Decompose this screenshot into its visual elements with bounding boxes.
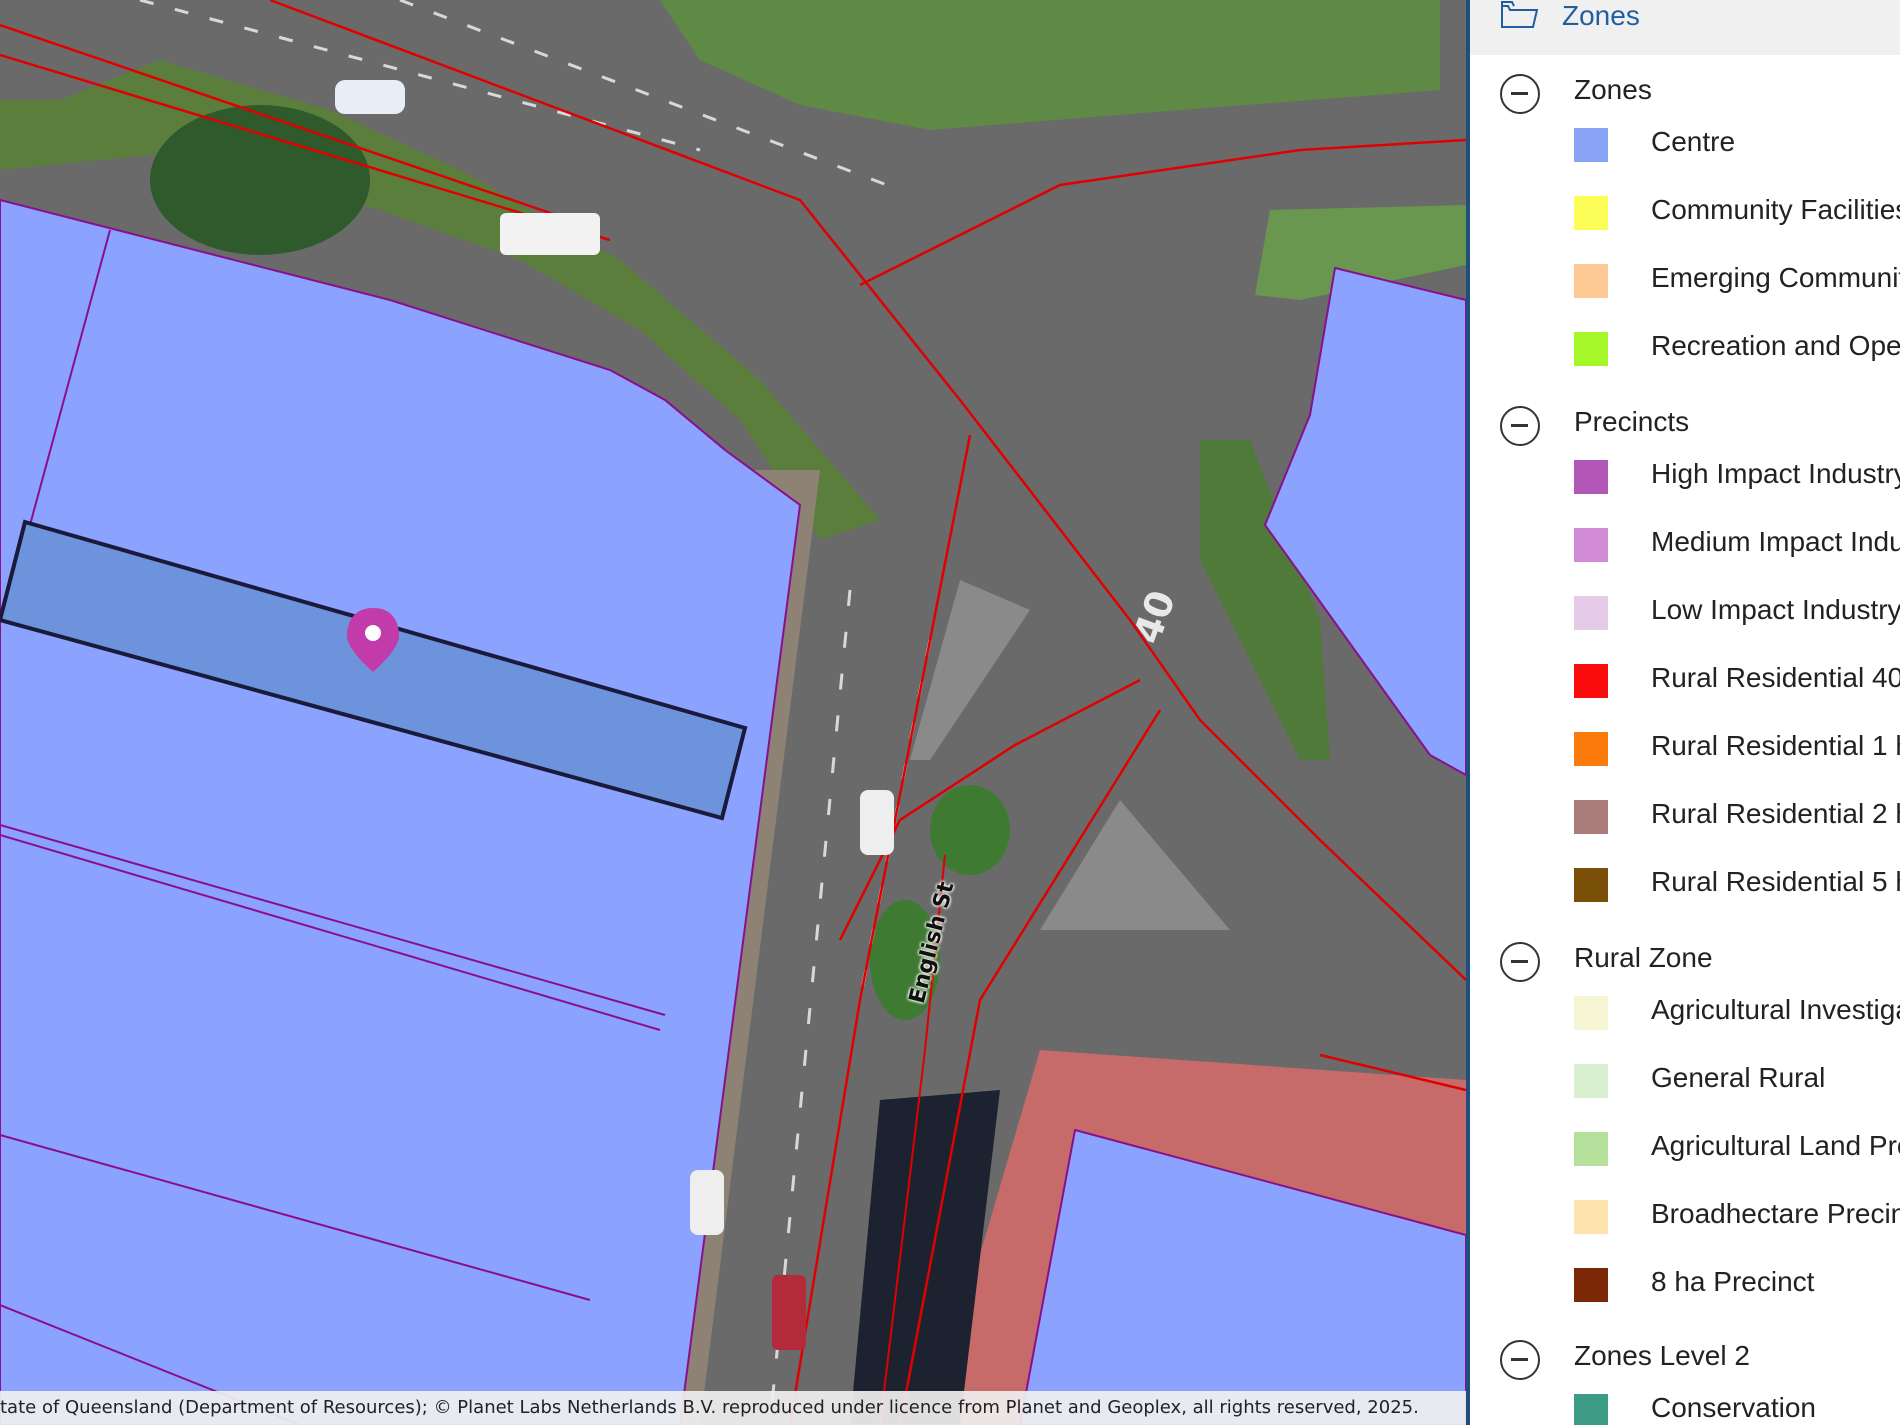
legend-panel: Zones Zones Centre Community Facilities … [1466, 0, 1900, 1425]
map-view[interactable]: 40 English St tate of Queensland (Depart… [0, 0, 1466, 1425]
legend-swatch [1574, 528, 1608, 562]
legend-label: Emerging Community [1651, 262, 1900, 293]
legend-label: Rural Residential 5 ha [1651, 866, 1900, 897]
legend-title: Zones [1562, 0, 1640, 31]
folder-icon [1501, 1, 1538, 28]
legend-item: Medium Impact Industry [1574, 524, 1900, 564]
legend-label: Medium Impact Industry [1651, 526, 1900, 557]
legend-group-title: Precincts [1574, 406, 1690, 437]
legend-swatch [1574, 1268, 1608, 1302]
vehicle [500, 213, 600, 255]
legend-label: Recreation and Open Space [1651, 330, 1900, 361]
legend-swatch [1574, 264, 1608, 298]
legend-swatch [1574, 800, 1608, 834]
legend-swatch [1574, 1132, 1608, 1166]
legend-swatch [1574, 868, 1608, 902]
legend-swatch [1574, 196, 1608, 230]
vehicle [772, 1275, 806, 1350]
legend-label: 8 ha Precinct [1651, 1266, 1815, 1297]
map-attribution: tate of Queensland (Department of Resour… [0, 1391, 1466, 1425]
legend-label: Rural Residential 1 ha [1651, 730, 1900, 761]
legend-group-title: Zones [1574, 74, 1652, 105]
legend-item: Agricultural Land Protection [1574, 1128, 1900, 1168]
legend-label: Agricultural Land Protection [1651, 1130, 1900, 1161]
legend-label: Broadhectare Precinct [1651, 1198, 1900, 1229]
legend-group-title: Rural Zone [1574, 942, 1713, 973]
legend-label: Conservation [1651, 1392, 1816, 1423]
legend-label: General Rural [1651, 1062, 1826, 1093]
legend-item: Emerging Community [1574, 260, 1900, 300]
legend-item: 8 ha Precinct [1574, 1264, 1900, 1304]
legend-item: Centre [1574, 124, 1900, 164]
legend-swatch [1574, 460, 1608, 494]
tree [150, 105, 370, 255]
legend-swatch [1574, 332, 1608, 366]
legend-label: Centre [1651, 126, 1736, 157]
collapse-icon[interactable] [1500, 406, 1540, 446]
vehicle [335, 80, 405, 114]
legend-group-title: Zones Level 2 [1574, 1340, 1750, 1371]
legend-item: Recreation and Open Space [1574, 328, 1900, 368]
tree [930, 785, 1010, 875]
legend-swatch [1574, 1200, 1608, 1234]
legend-label: High Impact Industry [1651, 458, 1900, 489]
legend-swatch [1574, 1394, 1608, 1425]
legend-item: Community Facilities [1574, 192, 1900, 232]
legend-item: Rural Residential 40 [1574, 660, 1900, 700]
collapse-icon[interactable] [1500, 942, 1540, 982]
legend-swatch [1574, 596, 1608, 630]
legend-swatch [1574, 1064, 1608, 1098]
legend-label: Rural Residential 40 [1651, 662, 1900, 693]
legend-item: Conservation [1574, 1390, 1900, 1425]
collapse-icon[interactable] [1500, 1340, 1540, 1380]
vehicle [860, 790, 894, 855]
aerial-imagery [0, 0, 1466, 1425]
collapse-icon[interactable] [1500, 74, 1540, 114]
legend-item: Rural Residential 5 ha [1574, 864, 1900, 904]
vehicle [690, 1170, 724, 1235]
legend-swatch [1574, 664, 1608, 698]
legend-item: Rural Residential 2 ha [1574, 796, 1900, 836]
legend-item: General Rural [1574, 1060, 1900, 1100]
legend-item: Low Impact Industry [1574, 592, 1900, 632]
legend-label: Rural Residential 2 ha [1651, 798, 1900, 829]
legend-label: Community Facilities [1651, 194, 1900, 225]
legend-label: Low Impact Industry [1651, 594, 1900, 625]
legend-swatch [1574, 128, 1608, 162]
legend-item: Rural Residential 1 ha [1574, 728, 1900, 768]
legend-item: Broadhectare Precinct [1574, 1196, 1900, 1236]
legend-label: Agricultural Investigation [1651, 994, 1900, 1025]
legend-swatch [1574, 732, 1608, 766]
legend-item: High Impact Industry [1574, 456, 1900, 496]
legend-item: Agricultural Investigation [1574, 992, 1900, 1032]
legend-header: Zones [1470, 0, 1900, 55]
legend-swatch [1574, 996, 1608, 1030]
